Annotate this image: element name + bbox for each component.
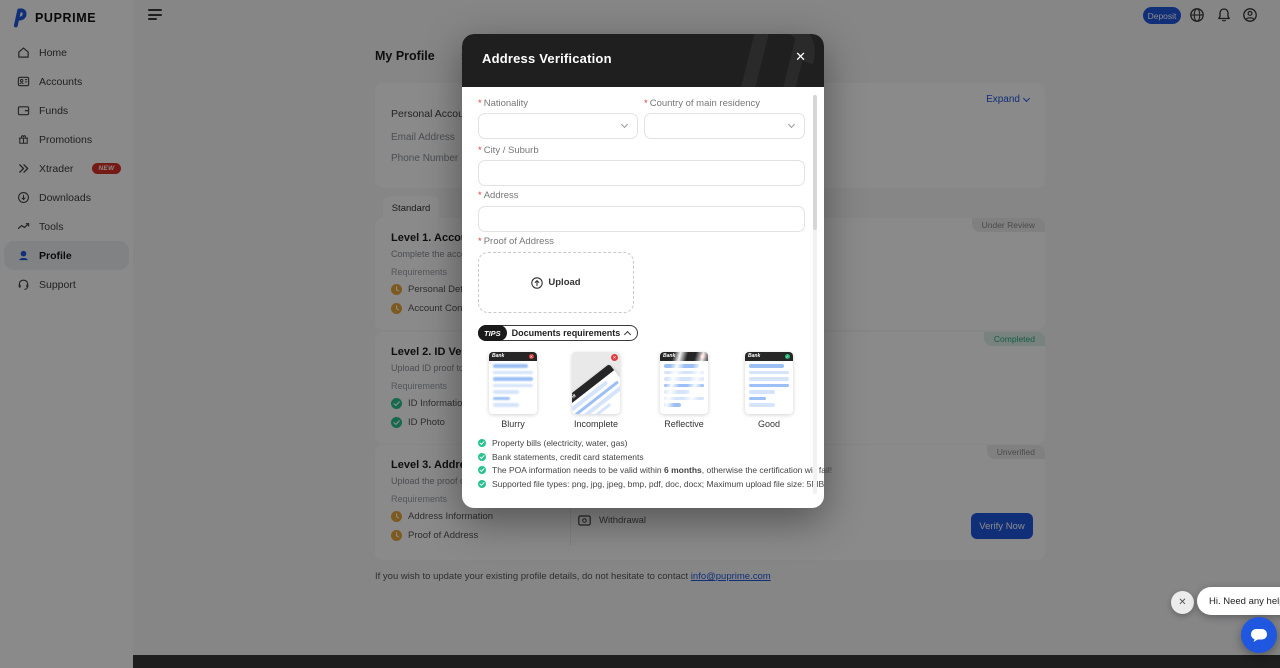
- chat-bubble-icon: [1250, 628, 1268, 643]
- approve-dot-icon: ✓: [785, 354, 791, 360]
- country-label: *Country of main residency: [644, 98, 760, 109]
- city-input[interactable]: [478, 160, 805, 186]
- modal-title: Address Verification: [482, 51, 612, 66]
- modal-scrollbar-thumb[interactable]: [813, 95, 817, 230]
- doc-thumbnail: Bank ✓: [745, 352, 793, 414]
- bullet-text-bold: 6 months: [664, 465, 702, 475]
- doc-caption: Reflective: [654, 419, 714, 429]
- close-icon[interactable]: ✕: [791, 46, 810, 67]
- tips-label: Documents requirements: [512, 328, 621, 338]
- requirement-bullet: The POA information needs to be valid wi…: [478, 465, 832, 475]
- doc-caption: Blurry: [483, 419, 543, 429]
- reject-dot-icon: ✕: [529, 354, 535, 360]
- bullet-text: Property bills (electricity, water, gas): [492, 438, 627, 448]
- chevron-up-icon: [624, 330, 631, 337]
- tips-badge: TIPS: [478, 325, 507, 341]
- doc-bank-label: Bank: [492, 354, 504, 359]
- required-mark: *: [478, 190, 482, 201]
- doc-example-blurry: Bank ✕ Blurry: [483, 352, 543, 429]
- doc-example-good: Bank ✓ Good: [739, 352, 799, 429]
- bullet-text-pre: The POA information needs to be valid wi…: [492, 465, 664, 475]
- required-mark: *: [478, 236, 482, 247]
- required-mark: *: [478, 98, 482, 109]
- city-label: *City / Suburb: [478, 145, 539, 156]
- address-verification-modal: Address Verification ✕ *Nationality *Cou…: [462, 34, 824, 508]
- chat-launcher-button[interactable]: [1241, 617, 1277, 653]
- requirement-bullet: Bank statements, credit card statements: [478, 452, 644, 462]
- doc-example-reflective: Bank ✕ Reflective: [654, 352, 714, 429]
- field-label-text: Nationality: [484, 98, 528, 109]
- gloss-effect: [660, 352, 708, 414]
- field-label-text: Proof of Address: [484, 236, 554, 247]
- doc-thumbnail: ✕ Bank: [572, 352, 620, 414]
- bullet-text: The POA information needs to be valid wi…: [492, 465, 832, 475]
- chevron-down-icon: [621, 121, 628, 128]
- upload-icon: [531, 277, 543, 289]
- chat-greeting-bubble[interactable]: Hi. Need any help?: [1197, 587, 1280, 615]
- doc-example-incomplete: ✕ Bank Incomplete: [566, 352, 626, 429]
- upload-dropzone[interactable]: Upload: [478, 252, 634, 313]
- chevron-down-icon: [788, 121, 795, 128]
- bullet-text: Bank statements, credit card statements: [492, 452, 644, 462]
- tips-toggle[interactable]: TIPS Documents requirements: [478, 325, 638, 341]
- upload-label: Upload: [548, 277, 580, 288]
- bullet-text: Supported file types: png, jpg, jpeg, bm…: [492, 479, 824, 489]
- required-mark: *: [478, 145, 482, 156]
- check-circle-icon: [478, 480, 486, 488]
- requirement-bullet: Supported file types: png, jpg, jpeg, bm…: [478, 479, 824, 489]
- doc-caption: Good: [739, 419, 799, 429]
- doc-bank-label: Bank: [748, 354, 760, 359]
- field-label-text: Address: [484, 190, 519, 201]
- doc-header-bar: Bank ✕: [489, 352, 537, 361]
- proof-of-address-label: *Proof of Address: [478, 236, 554, 247]
- doc-caption: Incomplete: [566, 419, 626, 429]
- country-select[interactable]: [644, 113, 805, 139]
- address-input[interactable]: [478, 206, 805, 232]
- field-label-text: City / Suburb: [484, 145, 539, 156]
- doc-thumbnail: Bank ✕: [489, 352, 537, 414]
- check-circle-icon: [478, 453, 486, 461]
- doc-header-bar: Bank ✓: [745, 352, 793, 361]
- field-label-text: Country of main residency: [650, 98, 760, 109]
- check-circle-icon: [478, 439, 486, 447]
- chat-dismiss-button[interactable]: ✕: [1171, 591, 1194, 614]
- required-mark: *: [644, 98, 648, 109]
- reject-dot-icon: ✕: [611, 354, 618, 361]
- nationality-select[interactable]: [478, 113, 638, 139]
- check-circle-icon: [478, 466, 486, 474]
- app-screen: PUPRIME Home Accounts Funds Promotions X…: [0, 0, 1280, 668]
- requirement-bullet: Property bills (electricity, water, gas): [478, 438, 627, 448]
- nationality-label: *Nationality: [478, 98, 528, 109]
- modal-header: Address Verification ✕: [462, 34, 824, 87]
- address-label: *Address: [478, 190, 519, 201]
- doc-thumbnail: Bank ✕: [660, 352, 708, 414]
